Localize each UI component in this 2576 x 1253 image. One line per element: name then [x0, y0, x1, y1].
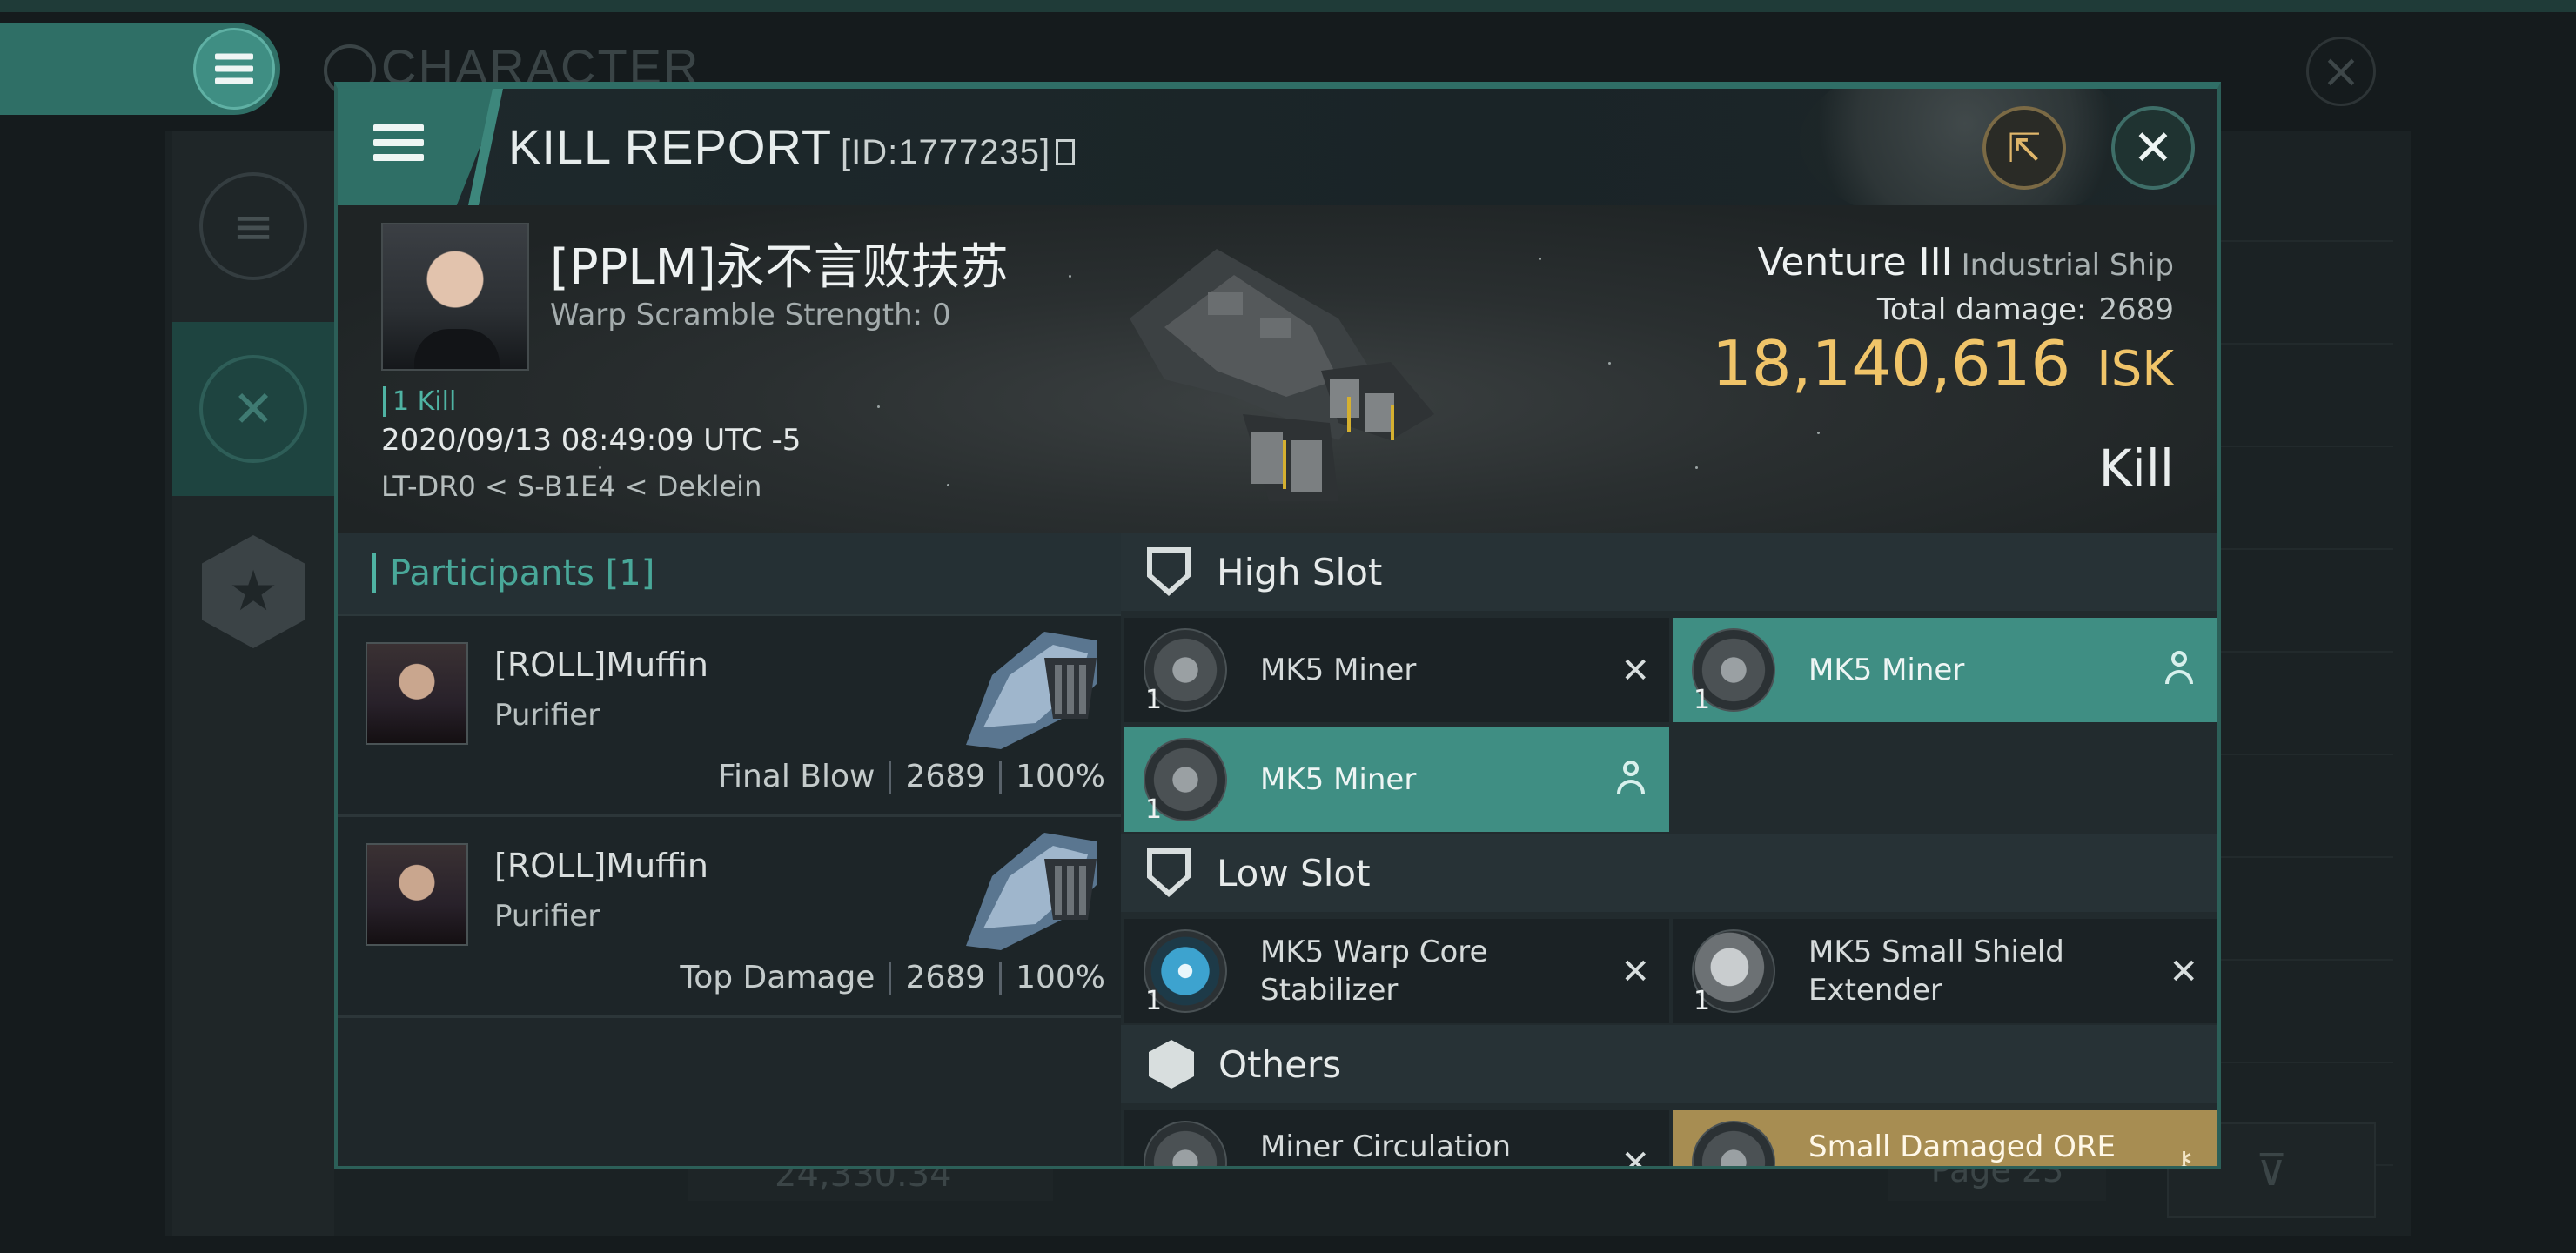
participant-damage: 2689 [905, 759, 986, 794]
destroyed-icon: ✕ [2169, 952, 2198, 992]
close-button[interactable]: ✕ [2111, 106, 2195, 190]
cargo-item[interactable]: Miner Circulation ✕ [1124, 1110, 1669, 1169]
participant-ship: Purifier [494, 698, 600, 733]
total-damage-value: 2689 [2098, 292, 2174, 327]
participant-name: [ROLL]Muffin [494, 646, 708, 684]
ore-item-icon [1692, 1121, 1775, 1166]
close-icon: ✕ [2132, 119, 2174, 177]
hamburger-icon [373, 117, 424, 169]
module-name: MK5 Miner [1260, 762, 1417, 797]
character-close-button[interactable]: × [2306, 37, 2376, 106]
miner-circulation-icon [1144, 1121, 1227, 1166]
participants-panel: Participants [1] [ROLL]Muffin Purifier F… [338, 533, 1121, 1166]
participants-header[interactable]: Participants [1] [338, 533, 1121, 616]
cargo-cube-icon [1149, 1040, 1194, 1089]
modal-title: KILL REPORT [ID:1777235] [508, 118, 1076, 175]
module-slot[interactable]: 1 MK5 Miner [1124, 727, 1669, 832]
module-slot[interactable]: 1 MK5 Warp Core Stabilizer ✕ [1124, 919, 1669, 1023]
module-slot[interactable]: 1 MK5 Miner ✕ [1124, 618, 1669, 722]
high-slot-header: High Slot [1121, 533, 2217, 611]
sidebar-item-list[interactable]: ≡ [172, 139, 334, 313]
cargo-item[interactable]: Small Damaged ORE ⚷ [1673, 1110, 2217, 1169]
participant-percent: 100% [1016, 759, 1105, 794]
participant-role: Top Damage [680, 960, 875, 995]
high-slot-icon [1147, 547, 1191, 596]
dropped-user-icon [2163, 651, 2195, 689]
report-id: [ID:1777235] [841, 133, 1051, 171]
crossed-swords-icon: ✕ [199, 355, 307, 463]
participant-row[interactable]: [ROLL]Muffin Purifier Final Blow 2689 100% [338, 616, 1121, 817]
ship-image [1130, 249, 1434, 501]
main-menu-button[interactable] [0, 23, 280, 115]
participant-ship-image [966, 632, 1097, 749]
key-icon: ⚷ [2173, 1145, 2195, 1169]
participant-row[interactable]: [ROLL]Muffin Purifier Top Damage 2689 100% [338, 817, 1121, 1018]
victim-avatar[interactable] [381, 223, 529, 371]
ship-name[interactable]: Venture III Industrial Ship [1758, 240, 2174, 285]
sidebar-item-medals[interactable]: ★ [172, 505, 334, 679]
participant-stats: Final Blow 2689 100% [718, 759, 1105, 794]
module-name: MK5 Warp Core Stabilizer [1260, 935, 1488, 1008]
module-quantity: 1 [1145, 986, 1163, 1016]
ship-class: Industrial Ship [1961, 248, 2174, 283]
top-bar [0, 0, 2576, 12]
item-name: Miner Circulation [1260, 1129, 1512, 1164]
share-icon: ⇱ [2007, 124, 2042, 171]
participant-percent: 100% [1016, 960, 1105, 995]
hamburger-icon [215, 48, 253, 90]
isk-value: 18,140,616 ISK [1711, 327, 2174, 400]
total-damage: Total damage: 2689 [1876, 292, 2174, 327]
share-button[interactable]: ⇱ [1982, 106, 2066, 190]
destroyed-icon: ✕ [1620, 651, 1650, 691]
copy-icon[interactable] [1056, 139, 1076, 165]
module-quantity: 1 [1145, 685, 1163, 715]
star-hex-icon: ★ [202, 535, 305, 648]
participant-avatar[interactable] [366, 843, 468, 946]
kill-summary: [PPLM]永不言败扶苏 Warp Scramble Strength: 0 1… [338, 205, 2217, 533]
modal-header: KILL REPORT [ID:1777235] ⇱ ✕ [338, 89, 2217, 228]
kill-report-modal: KILL REPORT [ID:1777235] ⇱ ✕ [PPLM]永不言败扶苏… [334, 82, 2221, 1169]
victim-name[interactable]: [PPLM]永不言败扶苏 [550, 228, 1009, 298]
kill-result: Kill [2098, 439, 2174, 498]
participant-stats: Top Damage 2689 100% [680, 960, 1105, 995]
module-quantity: 1 [1694, 986, 1711, 1016]
module-name: MK5 Miner [1808, 653, 1965, 687]
module-slot[interactable]: 1 MK5 Miner [1673, 618, 2217, 722]
module-quantity: 1 [1145, 794, 1163, 825]
participant-damage: 2689 [905, 960, 986, 995]
kill-location[interactable]: LT-DR0 < S-B1E4 < Deklein [381, 470, 761, 503]
participant-name: [ROLL]Muffin [494, 847, 708, 885]
list-icon: ≡ [199, 172, 307, 280]
kill-count: 1 Kill [383, 386, 456, 417]
warp-scramble-strength: Warp Scramble Strength: 0 [550, 298, 951, 332]
destroyed-icon: ✕ [1620, 1143, 1650, 1169]
module-name: MK5 Miner [1260, 653, 1417, 687]
low-slot-header: Low Slot [1121, 834, 2217, 912]
module-quantity: 1 [1694, 685, 1711, 715]
participant-ship-image [966, 833, 1097, 950]
sidebar-item-combat[interactable]: ✕ [172, 322, 334, 496]
item-name: Small Damaged ORE [1808, 1129, 2116, 1164]
low-slot-icon [1147, 848, 1191, 897]
isk-unit: ISK [2096, 341, 2174, 398]
kill-time: 2020/09/13 08:49:09 UTC -5 [381, 423, 802, 458]
participant-avatar[interactable] [366, 642, 468, 745]
participant-ship: Purifier [494, 899, 600, 934]
others-header: Others [1121, 1025, 2217, 1103]
dropped-user-icon [1615, 761, 1647, 799]
fitting-panel: High Slot 1 MK5 Miner ✕ 1 MK5 Miner 1 MK… [1121, 533, 2217, 1169]
module-slot[interactable]: 1 MK5 Small Shield Extender ✕ [1673, 919, 2217, 1023]
filter-icon: ⊽ [2255, 1145, 2288, 1196]
destroyed-icon: ✕ [1620, 952, 1650, 992]
participant-role: Final Blow [717, 759, 875, 794]
module-name: MK5 Small Shield Extender [1808, 935, 2064, 1008]
